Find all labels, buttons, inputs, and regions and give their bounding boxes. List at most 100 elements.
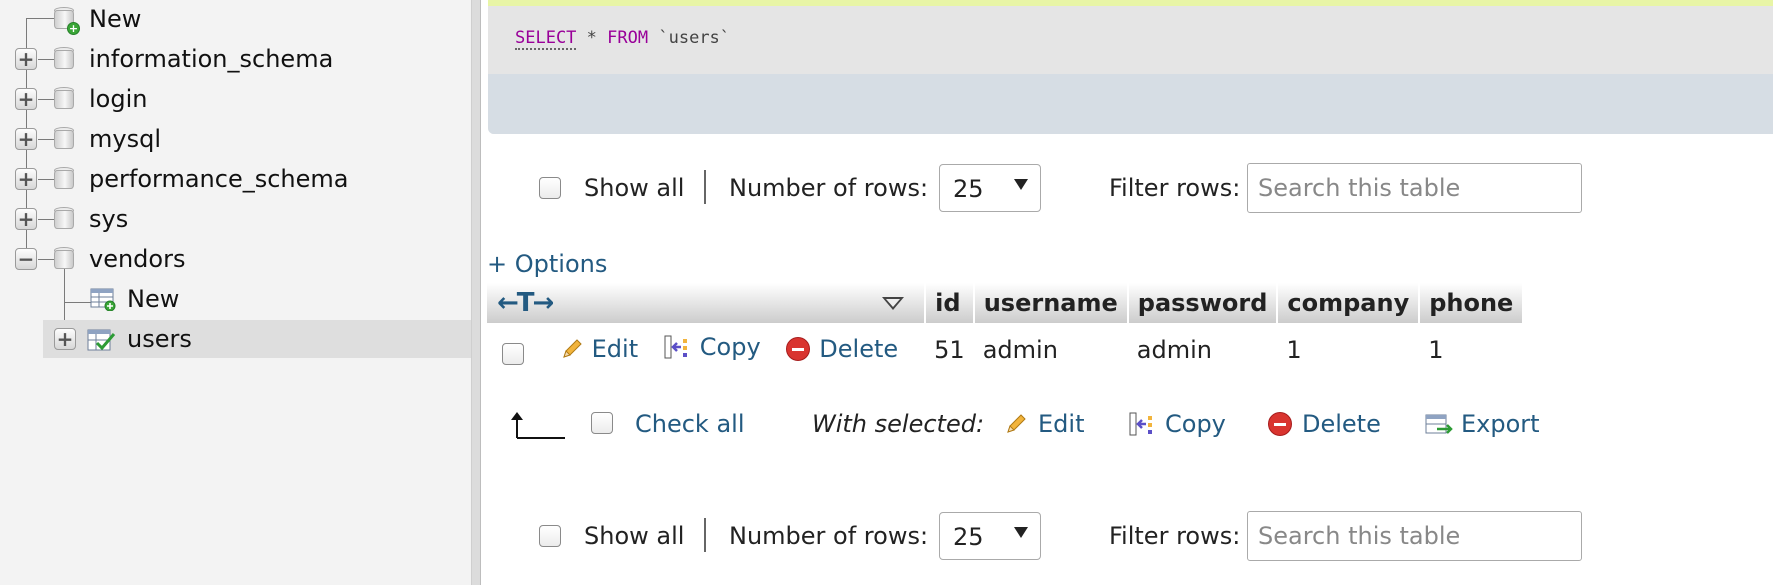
row-delete-button[interactable]: Delete (786, 335, 898, 363)
sidebar-item-vendors[interactable]: − vendors (0, 240, 471, 278)
sort-dropdown-icon[interactable] (882, 297, 905, 310)
database-new-icon: + (54, 7, 80, 35)
pencil-icon (560, 337, 584, 361)
cell-company[interactable]: 1 (1277, 323, 1419, 377)
copy-icon (664, 333, 692, 361)
expand-plus-icon[interactable]: + (54, 328, 76, 350)
table-row: Edit Copy Delete 51 admin admin 1 1 (487, 323, 1523, 377)
sidebar-item-label[interactable]: login (89, 85, 147, 113)
sidebar-item-new-database[interactable]: + New (0, 0, 471, 38)
row-select-checkbox[interactable] (502, 343, 524, 365)
query-highlight-bar (488, 0, 1773, 6)
column-header-company[interactable]: company (1277, 283, 1421, 323)
column-header-phone[interactable]: phone (1419, 283, 1525, 323)
sidebar-item-mysql[interactable]: + mysql (0, 120, 471, 158)
collapse-minus-icon[interactable]: − (15, 248, 37, 270)
sidebar-item-label[interactable]: New (127, 285, 179, 313)
sidebar-resize-handle[interactable] (471, 0, 481, 585)
sidebar-item-label[interactable]: vendors (89, 245, 185, 273)
dropdown-arrow-icon (1014, 527, 1028, 538)
sql-table-identifier: `users` (658, 28, 731, 48)
rows-per-page-value: 25 (953, 523, 984, 551)
sql-query-text: SELECT * FROM `users` (515, 28, 731, 50)
table-nav-top: Show all Number of rows: 25 Filter rows: (0, 162, 1582, 214)
number-of-rows-label: Number of rows: (729, 522, 929, 550)
nav-separator (704, 170, 706, 204)
show-all-checkbox[interactable] (539, 525, 561, 547)
sidebar-item-label[interactable]: users (127, 325, 192, 353)
expand-plus-icon[interactable]: + (15, 88, 37, 110)
check-all-checkbox[interactable] (591, 412, 613, 434)
check-all-label[interactable]: Check all (635, 410, 745, 438)
show-all-label[interactable]: Show all (584, 174, 684, 202)
expand-plus-icon[interactable]: + (15, 48, 37, 70)
bulk-export-label: Export (1461, 410, 1540, 438)
tree-connector (38, 139, 54, 140)
sidebar-item-login[interactable]: + login (0, 80, 471, 118)
delete-icon (1268, 412, 1292, 436)
sql-star: * (586, 28, 597, 48)
database-icon (54, 127, 74, 151)
with-selected-label: With selected: (812, 410, 985, 438)
table-nav-bottom: Show all Number of rows: 25 Filter rows: (0, 510, 1582, 562)
cell-password[interactable]: admin (1128, 323, 1278, 377)
query-actions-bar (488, 74, 1773, 134)
row-edit-label: Edit (591, 335, 639, 363)
database-icon (54, 47, 74, 71)
sidebar-item-information-schema[interactable]: + information_schema (0, 40, 471, 78)
rows-per-page-select[interactable]: 25 (939, 512, 1041, 560)
sidebar-item-new-table[interactable]: New (0, 280, 471, 318)
column-header-username[interactable]: username (973, 283, 1129, 323)
bulk-edit-button[interactable]: Edit (1004, 410, 1084, 438)
bulk-export-button[interactable]: Export (1425, 410, 1540, 438)
sidebar-item-label[interactable]: information_schema (89, 45, 333, 73)
bulk-delete-label: Delete (1302, 410, 1381, 438)
tree-connector (38, 99, 54, 100)
bulk-copy-button[interactable]: Copy (1129, 410, 1226, 438)
column-resize-arrows-icon[interactable]: ←T→ (497, 288, 554, 318)
sidebar-item-users[interactable]: + users (43, 320, 471, 358)
filter-rows-label: Filter rows: (1109, 522, 1241, 550)
table-new-icon (90, 287, 116, 312)
filter-rows-input[interactable] (1247, 163, 1582, 213)
database-icon (54, 87, 74, 111)
expand-plus-icon[interactable]: + (15, 128, 37, 150)
bulk-actions-bar: Check all With selected: Edit Copy Delet… (487, 398, 1540, 452)
database-icon (54, 247, 74, 271)
sidebar-item-label[interactable]: mysql (89, 125, 161, 153)
sql-keyword-from: FROM (607, 28, 649, 48)
show-all-checkbox[interactable] (539, 177, 561, 199)
tree-connector (38, 219, 54, 220)
number-of-rows-label: Number of rows: (729, 174, 929, 202)
row-edit-button[interactable]: Edit (560, 335, 638, 363)
row-delete-label: Delete (819, 335, 899, 363)
bulk-copy-label: Copy (1165, 410, 1226, 438)
column-controls-header: ←T→ (487, 283, 927, 323)
pencil-icon (1004, 412, 1028, 436)
filter-rows-label: Filter rows: (1109, 174, 1241, 202)
arrow-left-up-icon (507, 408, 565, 444)
column-header-password[interactable]: password (1127, 283, 1279, 323)
tree-connector (38, 59, 54, 60)
bulk-delete-button[interactable]: Delete (1268, 410, 1381, 438)
tree-connector (38, 259, 54, 260)
bulk-edit-label: Edit (1038, 410, 1085, 438)
rows-per-page-value: 25 (953, 175, 984, 203)
cell-id[interactable]: 51 (925, 323, 974, 377)
nav-separator (704, 518, 706, 552)
row-copy-button[interactable]: Copy (664, 333, 761, 361)
export-icon (1425, 412, 1453, 436)
filter-rows-input[interactable] (1247, 511, 1582, 561)
options-link[interactable]: + Options (487, 250, 607, 278)
cell-username[interactable]: admin (974, 323, 1128, 377)
row-copy-label: Copy (699, 333, 761, 361)
copy-icon (1129, 410, 1157, 438)
sidebar-item-label[interactable]: New (89, 5, 141, 33)
cell-phone[interactable]: 1 (1419, 323, 1523, 377)
row-actions-cell: Edit Copy Delete (487, 323, 925, 377)
rows-per-page-select[interactable]: 25 (939, 164, 1041, 212)
show-all-label[interactable]: Show all (584, 522, 684, 550)
sql-query-box: SELECT * FROM `users` (488, 0, 1773, 134)
column-header-id[interactable]: id (925, 283, 975, 323)
sql-keyword-select[interactable]: SELECT (515, 28, 577, 50)
